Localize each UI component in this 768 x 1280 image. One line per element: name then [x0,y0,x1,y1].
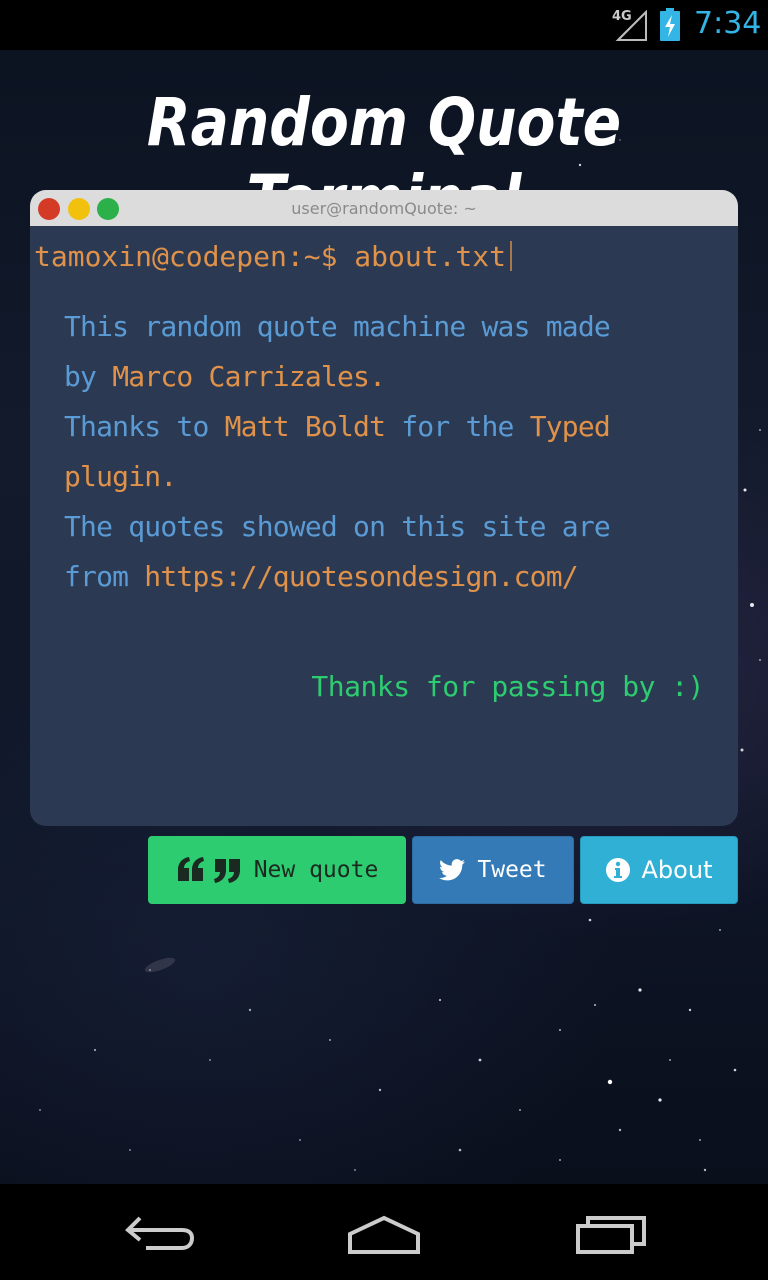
terminal-window: user@randomQuote: ~ tamoxin@codepen:~$ a… [30,190,738,826]
terminal-titlebar: user@randomQuote: ~ [30,190,738,226]
new-quote-button[interactable]: New quote [148,836,406,904]
prompt-text: tamoxin@codepen:~$ about.txt [34,240,507,273]
about-text-plain: by [64,360,113,393]
about-line: from https://quotesondesign.com/ [64,552,704,602]
about-text-plain: Thanks to [64,410,225,443]
about-line: The quotes showed on this site are [64,502,704,552]
back-icon[interactable] [112,1204,208,1260]
screen: 4G 7:34 Random Quote Terminal user@rando… [0,0,768,1280]
credit-name: Matt Boldt [224,410,386,443]
info-icon [605,858,630,882]
status-clock: 7:34 [694,6,762,41]
quote-icon [177,857,240,883]
terminal-prompt: tamoxin@codepen:~$ about.txt [34,240,513,273]
navigation-bar [0,1184,768,1280]
about-text-plain: This random quote machine was made [64,310,611,343]
battery-charging-icon [660,8,680,41]
about-text-plain: for the [385,410,530,443]
about-text: This random quote machine was made by Ma… [64,302,704,602]
about-text-plain: The quotes showed on this site are [64,510,611,543]
recent-apps-icon[interactable] [564,1204,660,1260]
home-icon[interactable] [336,1204,432,1260]
twitter-bird-icon [439,859,466,881]
about-text-plain: from [64,560,145,593]
tweet-label: Tweet [477,857,547,883]
plugin-name: plugin. [64,460,177,493]
plugin-name: Typed [529,410,611,443]
text-cursor [510,241,513,271]
quotes-source-link[interactable]: https://quotesondesign.com/ [144,560,578,593]
tweet-button[interactable]: Tweet [412,836,574,904]
about-line: This random quote machine was made [64,302,704,352]
about-line: plugin. [64,452,704,502]
about-button[interactable]: About [580,836,738,904]
new-quote-label: New quote [253,857,379,883]
about-line: Thanks to Matt Boldt for the Typed [64,402,704,452]
terminal-window-title: user@randomQuote: ~ [291,199,477,218]
about-label: About [641,856,713,884]
status-bar: 4G 7:34 [0,0,768,50]
author-name: Marco Carrizales. [112,360,386,393]
signal-icon [615,10,647,41]
about-line: by Marco Carrizales. [64,352,704,402]
farewell-text: Thanks for passing by :) [311,670,704,703]
